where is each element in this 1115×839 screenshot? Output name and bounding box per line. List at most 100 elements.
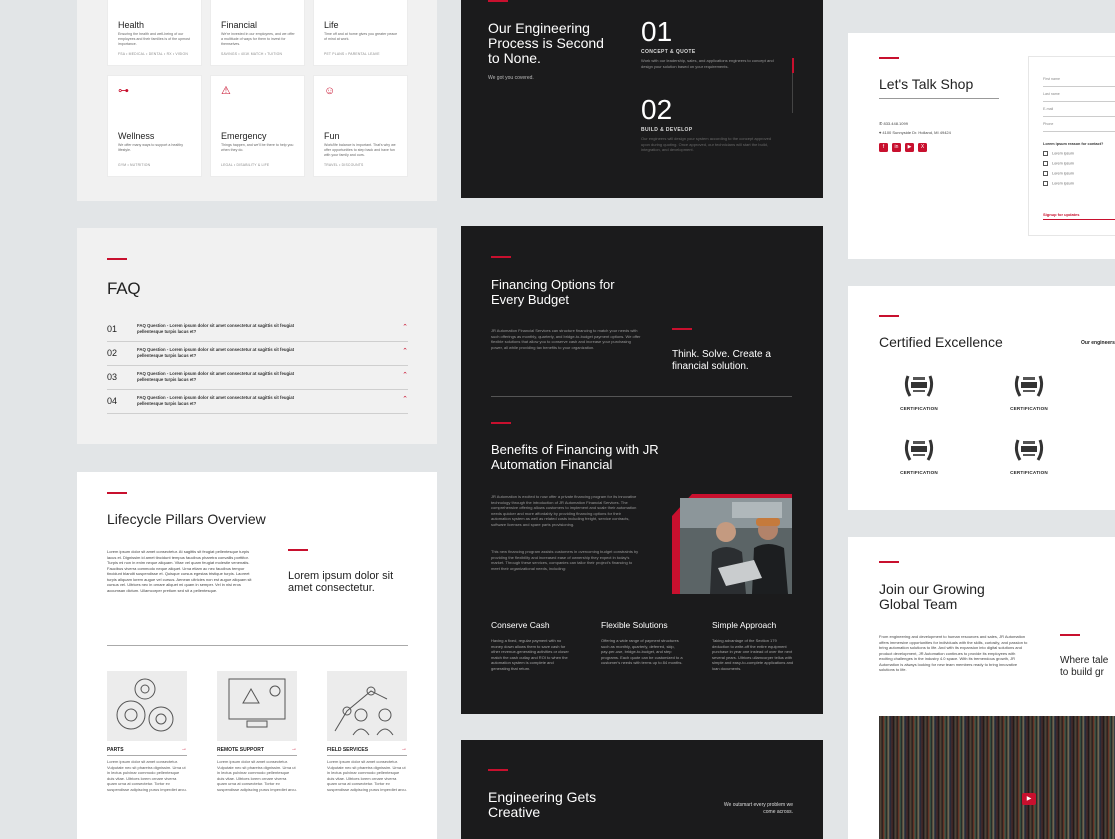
chevron-up-icon[interactable]: ⌃ <box>402 395 408 403</box>
benefit-description: Ensuring the health and well-being of ou… <box>118 32 190 46</box>
phone-field[interactable]: Phone <box>1043 119 1115 132</box>
faq-item[interactable]: 02 FAQ Question - Lorem ipsum dolor sit a… <box>107 342 408 366</box>
lifecycle-tagline: Lorem ipsum dolor sit amet consectetur. <box>288 570 394 594</box>
contact-address: ⌖ 4100 Sunnyside Dr. Holland, MI 49424 <box>879 130 951 136</box>
reason-checkbox[interactable]: Lorem ipsum <box>1043 181 1074 186</box>
benefit-description: Things happen, and we'll be there to hel… <box>221 143 294 152</box>
pillar-title-text: REMOTE SUPPORT <box>217 747 264 753</box>
faq-number: 01 <box>107 324 118 334</box>
creative-title: Engineering Gets Creative <box>488 789 597 820</box>
email-field[interactable]: E-mail <box>1043 104 1115 117</box>
accent-bar <box>107 258 127 260</box>
accent-bar <box>488 0 508 2</box>
checkbox-icon <box>1043 151 1048 156</box>
signup-button[interactable]: Signup for updates <box>1043 212 1115 220</box>
faq-item[interactable]: 04 FAQ Question - Lorem ipsum dolor sit a… <box>107 390 408 414</box>
gears-icon <box>107 671 187 741</box>
pillar-title: FIELD SERVICES → <box>327 746 407 756</box>
financing-column: Simple Approach Taking advantage of the … <box>712 620 794 672</box>
reason-checkbox[interactable]: Lorem ipsum <box>1043 151 1074 156</box>
engineers-photo <box>672 494 792 594</box>
arrow-right-icon[interactable]: → <box>401 746 407 752</box>
certified-title: Certified Excellence <box>879 334 1003 350</box>
accent-bar <box>288 549 308 551</box>
checkbox-icon <box>1043 171 1048 176</box>
faq-question: FAQ Question - Lorem ipsum dolor sit ame… <box>137 323 295 334</box>
financing-column: Flexible Solutions Offering a wide range… <box>601 620 683 666</box>
youtube-icon[interactable]: ▶ <box>905 143 914 152</box>
accent-bar <box>488 769 508 771</box>
certification-badge: CERTIFICATION <box>999 436 1059 475</box>
benefits-body: This new financing program assists custo… <box>491 549 639 571</box>
pillar-remote-support[interactable]: REMOTE SUPPORT → Lorem ipsum dolor sit am… <box>217 671 297 792</box>
lifecycle-title: Lifecycle Pillars Overview <box>107 511 266 527</box>
warning-icon: ⚠ <box>221 85 231 97</box>
financing-panel: Financing Options for Every Budget JR Au… <box>461 226 823 714</box>
first-name-field[interactable]: First name <box>1043 74 1115 87</box>
faq-number: 02 <box>107 348 118 358</box>
pillar-parts[interactable]: PARTS → Lorem ipsum dolor sit amet consec… <box>107 671 187 792</box>
reason-checkbox[interactable]: Lorem ipsum <box>1043 171 1074 176</box>
benefit-card: Life Time off and at home gives you great… <box>314 0 407 65</box>
accent-bar <box>672 328 692 330</box>
certification-label: CERTIFICATION <box>900 470 938 475</box>
column-description: Offering a wide range of payment structu… <box>601 638 683 666</box>
pillar-field-services[interactable]: FIELD SERVICES → Lorem ipsum dolor sit am… <box>327 671 407 792</box>
monitor-graphic <box>228 678 286 728</box>
financing-column: Conserve Cash Having a fixed, regular pa… <box>491 620 573 672</box>
financing-body: JR Automation Financial Services can str… <box>491 328 641 350</box>
column-title: Conserve Cash <box>491 620 550 630</box>
benefit-title: Financial <box>221 20 258 30</box>
benefits-title: Benefits of Financing with JR Automation… <box>491 442 659 472</box>
creative-panel: Engineering Gets Creative We outsmart ev… <box>461 740 823 839</box>
faq-number: 03 <box>107 372 118 382</box>
faq-title: FAQ <box>107 279 141 298</box>
accent-bar <box>491 422 511 424</box>
benefit-description: We're invested in our employees, and we … <box>221 32 295 46</box>
creative-side-text: We outsmart every problem we come across… <box>723 802 793 815</box>
gears-graphic <box>116 678 174 732</box>
robot-graphic <box>334 686 394 736</box>
play-icon[interactable]: ▶ <box>1022 793 1036 805</box>
divider <box>107 645 408 646</box>
benefit-footer: SAVINGS • 401K MATCH • TUITION <box>221 52 283 56</box>
lifecycle-body: Lorem ipsum dolor sit amet consectetur. … <box>107 549 252 593</box>
certification-badge: CERTIFICATION <box>889 436 949 475</box>
last-name-field[interactable]: Last name <box>1043 89 1115 102</box>
certification-label: CERTIFICATION <box>900 406 938 411</box>
benefit-card: ⊶ Wellness We offer many ways to support a… <box>108 76 201 176</box>
benefit-footer: LEGAL • DISABILITY & LIFE <box>221 163 270 167</box>
certification-label: CERTIFICATION <box>1010 470 1048 475</box>
financing-title: Financing Options for Every Budget <box>491 277 615 307</box>
video-thumbnail[interactable]: ▶ <box>879 716 1115 839</box>
engineering-title: Our Engineering Process is Second to Non… <box>488 20 604 66</box>
benefit-footer: PET PLANS • PARENTAL LEAVE <box>324 52 380 56</box>
arrow-right-icon[interactable]: → <box>181 746 187 752</box>
step-number: 01 <box>641 16 673 47</box>
certification-badge: CERTIFICATION <box>889 372 949 411</box>
benefit-title: Emergency <box>221 131 267 141</box>
benefit-description: Work/life balance is important. That's w… <box>324 143 396 157</box>
chevron-up-icon[interactable]: ⌃ <box>402 347 408 355</box>
engineering-subtitle: We got you covered. <box>488 75 534 81</box>
faq-item[interactable]: 01 FAQ Question - Lorem ipsum dolor sit a… <box>107 318 408 342</box>
faq-item[interactable]: 03 FAQ Question - Lorem ipsum dolor sit a… <box>107 366 408 390</box>
faq-question: FAQ Question - Lorem ipsum dolor sit ame… <box>137 347 295 358</box>
chevron-up-icon[interactable]: ⌃ <box>402 371 408 379</box>
checkbox-label: Lorem ipsum <box>1052 161 1074 166</box>
linkedin-icon[interactable]: in <box>892 143 901 152</box>
step-title: CONCEPT & QUOTE <box>641 49 696 55</box>
step-description: Work with our leadership, sales, and app… <box>641 58 774 69</box>
reason-checkbox[interactable]: Lorem ipsum <box>1043 161 1074 166</box>
facebook-icon[interactable]: f <box>879 143 888 152</box>
x-icon[interactable]: X <box>918 143 927 152</box>
reason-label: Lorem ipsum reason for contact? <box>1043 142 1104 146</box>
benefit-description: We offer many ways to support a healthy … <box>118 143 183 152</box>
arrow-right-icon[interactable]: → <box>291 746 297 752</box>
pillar-title: REMOTE SUPPORT → <box>217 746 297 756</box>
pillar-description: Lorem ipsum dolor sit amet consectetur. … <box>107 759 187 792</box>
chevron-up-icon[interactable]: ⌃ <box>402 323 408 331</box>
contact-phone[interactable]: ✆ 833.448.1099 <box>879 121 908 127</box>
pillar-title-text: FIELD SERVICES <box>327 747 369 753</box>
phone-text: 833.448.1099 <box>883 121 908 126</box>
